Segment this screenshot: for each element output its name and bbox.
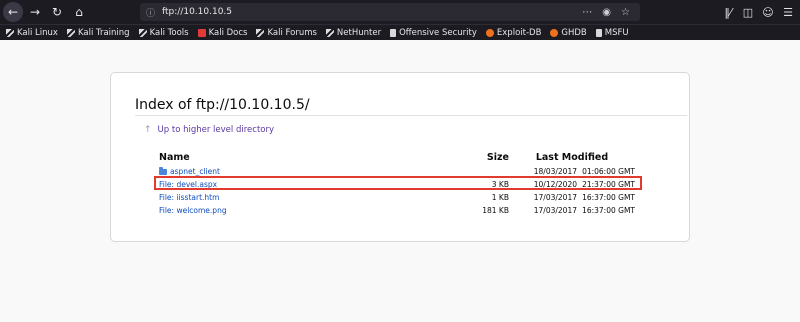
home-button[interactable]: ⌂ [69,2,89,22]
bookmark-ghdb[interactable]: GHDB [550,28,587,38]
file-link[interactable]: File: welcome.png [159,206,227,215]
bookmark-nethunter[interactable]: NetHunter [325,28,381,38]
reload-icon: ↻ [51,5,63,19]
home-icon: ⌂ [75,5,83,19]
column-last-modified[interactable]: Last Modified [509,149,635,165]
folder-icon [159,167,167,175]
offsec-icon [390,28,397,37]
file-link[interactable]: File: iisstart.htm [159,193,219,202]
bookmark-msfu[interactable]: MSFU [595,28,629,38]
kali-dragon-icon [138,28,147,37]
kali-dragon-icon [66,28,75,37]
back-icon: ← [7,5,19,19]
bookmark-kali-tools[interactable]: Kali Tools [138,28,189,38]
bookmark-offensive-security[interactable]: Offensive Security [390,28,477,38]
page-title: Index of ftp://10.10.10.5/ [135,97,310,113]
column-size[interactable]: Size [459,149,509,165]
back-button[interactable]: ← [3,2,23,22]
kali-docs-icon [197,28,206,37]
bookmark-kali-linux[interactable]: Kali Linux [6,28,58,38]
file-time: 16:37:00 GMT [582,206,635,215]
url-bar[interactable]: ⓘ ftp://10.10.10.5 ⋯ ◉ ☆ [140,3,640,21]
kali-dragon-icon [256,28,265,37]
bookmark-kali-docs[interactable]: Kali Docs [197,28,247,38]
bookmark-kali-training[interactable]: Kali Training [66,28,130,38]
title-divider [135,115,687,116]
file-size: 181 KB [482,206,509,215]
forward-button[interactable]: → [25,2,45,22]
sidebar-icon[interactable]: ◫ [742,3,754,21]
file-size: 1 KB [491,193,509,202]
forward-icon: → [29,5,41,19]
table-row: File: welcome.png 181 KB 17/03/2017 16:3… [159,204,635,217]
kali-dragon-icon [6,28,14,37]
account-icon[interactable]: ☺ [762,3,774,21]
column-name[interactable]: Name [159,149,459,165]
bookmark-star-icon[interactable]: ☆ [621,7,634,18]
bookmark-exploit-db[interactable]: Exploit-DB [485,28,541,38]
url-text[interactable]: ftp://10.10.10.5 [162,7,582,17]
file-time: 16:37:00 GMT [582,193,635,202]
reload-button[interactable]: ↻ [47,2,67,22]
directory-listing-panel: Index of ftp://10.10.10.5/ ↑ Up to highe… [110,72,690,242]
kali-dragon-icon [325,28,334,37]
browser-toolbar: ← → ↻ ⌂ ⓘ ftp://10.10.10.5 ⋯ ◉ ☆ ‖⁄ ◫ ☺ … [0,0,800,24]
exploit-db-icon [550,28,559,37]
bookmark-kali-forums[interactable]: Kali Forums [256,28,317,38]
highlight-box [154,176,642,190]
up-directory-link[interactable]: ↑ Up to higher level directory [144,125,274,135]
file-date: 17/03/2017 [533,193,577,202]
table-row: File: iisstart.htm 1 KB 17/03/2017 16:37… [159,191,635,204]
info-icon[interactable]: ⓘ [146,6,156,19]
file-link[interactable]: aspnet_client [159,167,220,176]
file-date: 17/03/2017 [533,206,577,215]
offsec-icon [595,28,602,37]
page-actions-icon[interactable]: ⋯ [582,7,596,18]
menu-icon[interactable]: ☰ [782,3,794,21]
table-header: Name Size Last Modified [159,149,635,165]
library-icon[interactable]: ‖⁄ [722,3,734,21]
up-arrow-icon: ↑ [144,125,152,135]
bookmarks-bar: Kali Linux Kali Training Kali Tools Kali… [0,24,800,40]
pocket-icon[interactable]: ◉ [602,7,615,18]
exploit-db-icon [485,28,494,37]
